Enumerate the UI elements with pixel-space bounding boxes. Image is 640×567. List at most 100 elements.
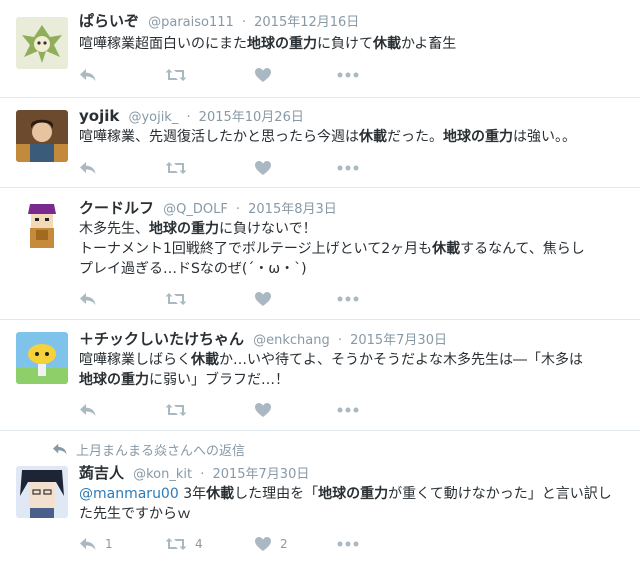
tweet-text-segment: に弱い」ブラフだ…！ — [149, 372, 289, 388]
meta-separator: · — [200, 467, 205, 482]
reply-icon — [79, 402, 97, 418]
highlighted-keyword: 休載 — [359, 129, 387, 145]
retweet-button[interactable] — [165, 289, 195, 309]
highlighted-keyword: 地球の重力 — [443, 129, 513, 145]
tweet-text-segment: 喧嘩稼業しばらく — [79, 352, 191, 368]
tweet-text-segment: は強い。。 — [513, 129, 576, 145]
tweet-text-line: 木多先生、地球の重力に負けないで！ — [79, 219, 627, 239]
tweet-text-line: プレイ過ぎる…ドSなのぜ(´・ω・`) — [79, 259, 627, 279]
tweet-text-segment: に負けて — [317, 36, 373, 52]
tweet-text-segment: か…いや待てよ、そうかそうだよな木多先生は―「木多は — [219, 352, 583, 368]
tweet-username[interactable]: @kon_kit — [133, 467, 192, 482]
meta-separator: · — [337, 333, 342, 348]
tweet-text: @manmaru00 3年休載した理由を「地球の重力が重くて動けなかった」と言い… — [79, 484, 627, 524]
reply-icon — [79, 160, 97, 176]
tweet-text-segment: に負けないで！ — [219, 221, 317, 237]
tweet-fullname[interactable]: ＋チックしいたけちゃん — [79, 330, 244, 348]
tweet-text: 喧嘩稼業、先週復活したかと思ったら今週は休載だった。地球の重力は強い。。 — [79, 127, 627, 147]
reply-button[interactable] — [79, 65, 105, 85]
retweet-icon — [165, 160, 187, 176]
retweet-icon — [165, 67, 187, 83]
like-button[interactable] — [254, 158, 280, 178]
tweet-text-segment: 喧嘩稼業超面白いのにまた — [79, 36, 247, 52]
retweet-icon — [165, 291, 187, 307]
avatar[interactable] — [16, 466, 68, 518]
tweet-item[interactable]: 蒟吉人 @kon_kit · 2015年7月30日 @manmaru00 3年休… — [0, 431, 640, 567]
tweet-timestamp[interactable]: 2015年8月3日 — [248, 202, 337, 217]
tweet-username[interactable]: @paraiso111 — [148, 15, 234, 30]
like-button[interactable] — [254, 289, 280, 309]
tweet-text-segment: した理由を「 — [234, 486, 319, 502]
highlighted-keyword: 地球の重力 — [79, 372, 149, 388]
retweet-button[interactable] — [165, 400, 195, 420]
meta-separator: · — [241, 15, 247, 30]
tweet-timestamp[interactable]: 2015年10月26日 — [199, 110, 304, 125]
avatar[interactable] — [16, 110, 68, 162]
tweet-header: ＋チックしいたけちゃん @enkchang · 2015年7月30日 — [79, 328, 447, 350]
like-count: 2 — [280, 537, 288, 551]
avatar[interactable] — [16, 200, 68, 252]
retweet-button[interactable]: 4 — [165, 534, 203, 554]
like-button[interactable]: 2 — [254, 534, 288, 554]
reply-button[interactable] — [79, 289, 105, 309]
tweet-item[interactable]: クードルフ @Q_DOLF · 2015年8月3日 木多先生、地球の重力に負けな… — [0, 188, 640, 320]
tweet-timestamp[interactable]: 2015年7月30日 — [350, 333, 447, 348]
tweet-actions — [79, 65, 379, 85]
reply-button[interactable] — [79, 158, 105, 178]
avatar[interactable] — [16, 332, 68, 384]
tweet-fullname[interactable]: 蒟吉人 — [79, 464, 124, 482]
tweet-actions — [79, 158, 379, 178]
highlighted-keyword: 地球の重力 — [247, 36, 317, 52]
reply-count: 1 — [105, 537, 113, 551]
tweet-text-line: @manmaru00 3年休載した理由を「地球の重力が重くて動けなかった」と言い… — [79, 484, 627, 504]
retweet-count: 4 — [195, 537, 203, 551]
reply-button[interactable]: 1 — [79, 534, 113, 554]
tweet-text-segment: だった。 — [387, 129, 443, 145]
tweet-text-segment: 喧嘩稼業、先週復活したかと思ったら今週は — [79, 129, 359, 145]
tweet-text-line: 喧嘩稼業、先週復活したかと思ったら今週は休載だった。地球の重力は強い。。 — [79, 127, 627, 147]
more-button[interactable] — [337, 400, 359, 420]
more-button[interactable] — [337, 534, 359, 554]
tweet-fullname[interactable]: yojik — [79, 107, 119, 125]
heart-icon — [254, 536, 272, 552]
tweet-item[interactable]: ＋チックしいたけちゃん @enkchang · 2015年7月30日 喧嘩稼業し… — [0, 320, 640, 431]
meta-separator: · — [235, 202, 241, 217]
heart-icon — [254, 291, 272, 307]
tweet-text-segment: が重くて動けなかった」と言い訳し — [388, 486, 612, 502]
meta-separator: · — [186, 110, 191, 125]
tweet-fullname[interactable]: クードルフ — [79, 199, 154, 217]
tweet-item[interactable]: yojik @yojik_ · 2015年10月26日 喧嘩稼業、先週復活したか… — [0, 98, 640, 188]
tweet-timeline: ぱらいぞ @paraiso111 · 2015年12月16日 喧嘩稼業超面白いの… — [0, 0, 640, 567]
more-button[interactable] — [337, 65, 359, 85]
reply-button[interactable] — [79, 400, 105, 420]
tweet-username[interactable]: @enkchang — [253, 333, 330, 348]
retweet-icon — [165, 536, 187, 552]
retweet-button[interactable] — [165, 158, 195, 178]
tweet-text-line: 地球の重力に弱い」ブラフだ…！ — [79, 370, 627, 390]
tweet-actions: 1 4 2 — [79, 534, 379, 554]
like-button[interactable] — [254, 65, 280, 85]
mention-link[interactable]: @manmaru00 — [79, 486, 179, 502]
more-button[interactable] — [337, 158, 359, 178]
tweet-header: 蒟吉人 @kon_kit · 2015年7月30日 — [79, 462, 309, 484]
tweet-timestamp[interactable]: 2015年12月16日 — [254, 15, 359, 30]
tweet-text-segment: トーナメント1回戦終了でボルテージ上げといて2ヶ月も — [79, 241, 433, 257]
tweet-timestamp[interactable]: 2015年7月30日 — [212, 467, 309, 482]
retweet-button[interactable] — [165, 65, 195, 85]
tweet-text-segment: かよ畜生 — [401, 36, 457, 52]
tweet-item[interactable]: ぱらいぞ @paraiso111 · 2015年12月16日 喧嘩稼業超面白いの… — [0, 0, 640, 98]
tweet-text-segment: た先生ですからｗ — [79, 506, 191, 522]
highlighted-keyword: 地球の重力 — [149, 221, 219, 237]
tweet-fullname[interactable]: ぱらいぞ — [79, 12, 139, 30]
reply-icon — [79, 291, 97, 307]
more-icon — [337, 67, 359, 83]
tweet-username[interactable]: @Q_DOLF — [163, 202, 228, 217]
highlighted-keyword: 休載 — [206, 486, 235, 502]
avatar[interactable] — [16, 17, 68, 69]
more-icon — [337, 291, 359, 307]
tweet-text-segment: するなんて、焦らし — [460, 241, 585, 257]
more-button[interactable] — [337, 289, 359, 309]
tweet-username[interactable]: @yojik_ — [128, 110, 178, 125]
like-button[interactable] — [254, 400, 280, 420]
more-icon — [337, 160, 359, 176]
